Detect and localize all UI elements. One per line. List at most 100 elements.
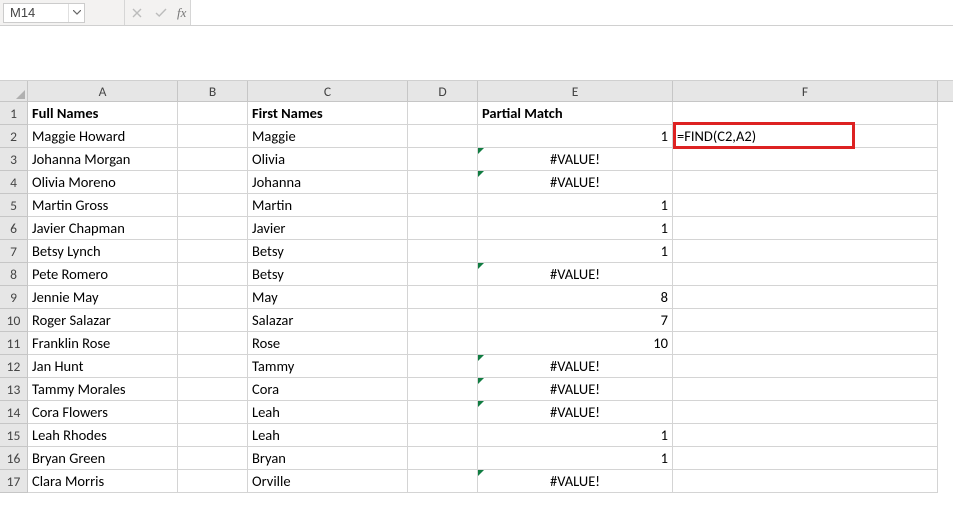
cell-B13[interactable] xyxy=(178,378,248,401)
cell-B7[interactable] xyxy=(178,240,248,263)
cell-D13[interactable] xyxy=(408,378,478,401)
cell-D11[interactable] xyxy=(408,332,478,355)
cell-F12[interactable] xyxy=(673,355,938,378)
cell-D1[interactable] xyxy=(408,102,478,125)
cell-F10[interactable] xyxy=(673,309,938,332)
cell-E10[interactable]: 7 xyxy=(478,309,673,332)
name-box-dropdown[interactable] xyxy=(68,4,84,22)
cell-C11[interactable]: Rose xyxy=(248,332,408,355)
cell-A11[interactable]: Franklin Rose xyxy=(28,332,178,355)
cell-A8[interactable]: Pete Romero xyxy=(28,263,178,286)
cell-C14[interactable]: Leah xyxy=(248,401,408,424)
cell-C8[interactable]: Betsy xyxy=(248,263,408,286)
row-header-1[interactable]: 1 xyxy=(0,102,28,125)
cell-D12[interactable] xyxy=(408,355,478,378)
cell-F16[interactable] xyxy=(673,447,938,470)
cell-E12[interactable]: #VALUE! xyxy=(478,355,673,378)
cell-C17[interactable]: Orville xyxy=(248,470,408,493)
cell-E1[interactable]: Partial Match xyxy=(478,102,673,125)
cell-E15[interactable]: 1 xyxy=(478,424,673,447)
cell-F1[interactable] xyxy=(673,102,938,125)
row-header-11[interactable]: 11 xyxy=(0,332,28,355)
cell-F7[interactable] xyxy=(673,240,938,263)
cell-C6[interactable]: Javier xyxy=(248,217,408,240)
cell-B2[interactable] xyxy=(178,125,248,148)
row-header-9[interactable]: 9 xyxy=(0,286,28,309)
cell-E5[interactable]: 1 xyxy=(478,194,673,217)
cell-E4[interactable]: #VALUE! xyxy=(478,171,673,194)
cell-B8[interactable] xyxy=(178,263,248,286)
row-header-13[interactable]: 13 xyxy=(0,378,28,401)
col-header-D[interactable]: D xyxy=(408,81,478,101)
row-header-6[interactable]: 6 xyxy=(0,217,28,240)
cell-A2[interactable]: Maggie Howard xyxy=(28,125,178,148)
cell-E13[interactable]: #VALUE! xyxy=(478,378,673,401)
cell-A14[interactable]: Cora Flowers xyxy=(28,401,178,424)
cell-D10[interactable] xyxy=(408,309,478,332)
select-all-corner[interactable] xyxy=(0,81,28,102)
cell-F13[interactable] xyxy=(673,378,938,401)
cell-D8[interactable] xyxy=(408,263,478,286)
row-header-3[interactable]: 3 xyxy=(0,148,28,171)
cell-A15[interactable]: Leah Rhodes xyxy=(28,424,178,447)
cell-B14[interactable] xyxy=(178,401,248,424)
cell-D14[interactable] xyxy=(408,401,478,424)
cell-C4[interactable]: Johanna xyxy=(248,171,408,194)
cell-A13[interactable]: Tammy Morales xyxy=(28,378,178,401)
cell-A4[interactable]: Olivia Moreno xyxy=(28,171,178,194)
cell-A1[interactable]: Full Names xyxy=(28,102,178,125)
cell-D6[interactable] xyxy=(408,217,478,240)
cell-C15[interactable]: Leah xyxy=(248,424,408,447)
cell-E17[interactable]: #VALUE! xyxy=(478,470,673,493)
cell-A7[interactable]: Betsy Lynch xyxy=(28,240,178,263)
cell-A10[interactable]: Roger Salazar xyxy=(28,309,178,332)
row-header-17[interactable]: 17 xyxy=(0,470,28,493)
col-header-B[interactable]: B xyxy=(178,81,248,101)
cell-B5[interactable] xyxy=(178,194,248,217)
cell-E3[interactable]: #VALUE! xyxy=(478,148,673,171)
cell-D4[interactable] xyxy=(408,171,478,194)
cell-D5[interactable] xyxy=(408,194,478,217)
cell-D2[interactable] xyxy=(408,125,478,148)
cell-C16[interactable]: Bryan xyxy=(248,447,408,470)
cell-A9[interactable]: Jennie May xyxy=(28,286,178,309)
cell-D3[interactable] xyxy=(408,148,478,171)
cell-C3[interactable]: Olivia xyxy=(248,148,408,171)
col-header-C[interactable]: C xyxy=(248,81,408,101)
cell-E8[interactable]: #VALUE! xyxy=(478,263,673,286)
row-header-2[interactable]: 2 xyxy=(0,125,28,148)
cell-A12[interactable]: Jan Hunt xyxy=(28,355,178,378)
fx-label[interactable]: fx xyxy=(173,5,190,21)
cell-B16[interactable] xyxy=(178,447,248,470)
cell-E7[interactable]: 1 xyxy=(478,240,673,263)
row-header-14[interactable]: 14 xyxy=(0,401,28,424)
col-header-A[interactable]: A xyxy=(28,81,178,101)
cell-A5[interactable]: Martin Gross xyxy=(28,194,178,217)
row-header-7[interactable]: 7 xyxy=(0,240,28,263)
cell-F9[interactable] xyxy=(673,286,938,309)
cell-B12[interactable] xyxy=(178,355,248,378)
cell-F8[interactable] xyxy=(673,263,938,286)
cell-F15[interactable] xyxy=(673,424,938,447)
row-header-8[interactable]: 8 xyxy=(0,263,28,286)
cell-B11[interactable] xyxy=(178,332,248,355)
cell-E14[interactable]: #VALUE! xyxy=(478,401,673,424)
cell-C5[interactable]: Martin xyxy=(248,194,408,217)
cell-B15[interactable] xyxy=(178,424,248,447)
row-header-15[interactable]: 15 xyxy=(0,424,28,447)
cell-D7[interactable] xyxy=(408,240,478,263)
cell-F5[interactable] xyxy=(673,194,938,217)
cell-C9[interactable]: May xyxy=(248,286,408,309)
cancel-button[interactable] xyxy=(125,0,149,25)
cell-A3[interactable]: Johanna Morgan xyxy=(28,148,178,171)
cell-C12[interactable]: Tammy xyxy=(248,355,408,378)
cell-B9[interactable] xyxy=(178,286,248,309)
cell-C1[interactable]: First Names xyxy=(248,102,408,125)
cell-C7[interactable]: Betsy xyxy=(248,240,408,263)
cell-F11[interactable] xyxy=(673,332,938,355)
row-header-12[interactable]: 12 xyxy=(0,355,28,378)
cell-F6[interactable] xyxy=(673,217,938,240)
cell-D15[interactable] xyxy=(408,424,478,447)
row-header-5[interactable]: 5 xyxy=(0,194,28,217)
cell-B17[interactable] xyxy=(178,470,248,493)
